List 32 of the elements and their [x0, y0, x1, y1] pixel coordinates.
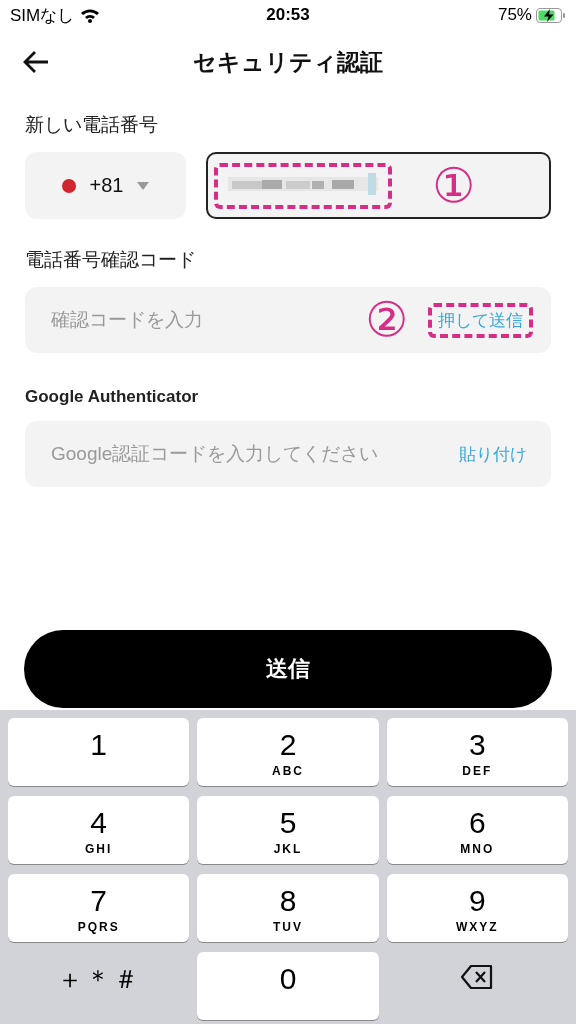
field-label: 新しい電話番号: [25, 113, 158, 137]
keypad-key[interactable]: 7 PQRS: [8, 874, 190, 942]
symbols-key[interactable]: ＋＊＃: [8, 952, 190, 1020]
keypad-key[interactable]: 8 TUV: [197, 874, 379, 942]
clock-text: 20:53: [266, 5, 310, 25]
keypad-key[interactable]: 5 JKL: [197, 796, 379, 864]
field-label: 電話番号確認コード: [25, 248, 196, 272]
keypad-key[interactable]: 3 DEF: [386, 718, 568, 786]
phone-number-field[interactable]: ①: [206, 152, 551, 219]
keypad-key[interactable]: 2 ABC: [197, 718, 379, 786]
keypad-key[interactable]: 4 GHI: [8, 796, 190, 864]
submit-button[interactable]: 送信: [24, 630, 552, 708]
field-label: Google Authenticator: [25, 387, 199, 407]
keypad-key[interactable]: 6 MNO: [386, 796, 568, 864]
code-input[interactable]: 確認コードを入力: [49, 308, 355, 332]
country-code-text: +81: [89, 174, 124, 197]
battery-percent: 75%: [497, 5, 532, 25]
verification-code-field[interactable]: 確認コードを入力 ② 押して送信: [25, 287, 551, 353]
page-title: セキュリティ認証: [193, 47, 383, 77]
backspace-icon: [460, 964, 495, 990]
country-code-selector[interactable]: +81: [25, 152, 186, 219]
authenticator-input[interactable]: Google認証コードを入力してください: [49, 442, 443, 466]
flag-icon: [61, 178, 76, 193]
keypad-key[interactable]: 9 WXYZ: [386, 874, 568, 942]
battery-charging-icon: [536, 7, 566, 23]
dropdown-caret-icon: [137, 181, 150, 190]
carrier-text: SIMなし: [10, 4, 75, 27]
wifi-icon: [80, 7, 101, 23]
keypad-key[interactable]: 1: [8, 718, 190, 786]
annotation-number: ②: [364, 296, 408, 344]
annotation-number: ①: [431, 161, 475, 210]
keypad-key[interactable]: 0: [197, 952, 379, 1020]
